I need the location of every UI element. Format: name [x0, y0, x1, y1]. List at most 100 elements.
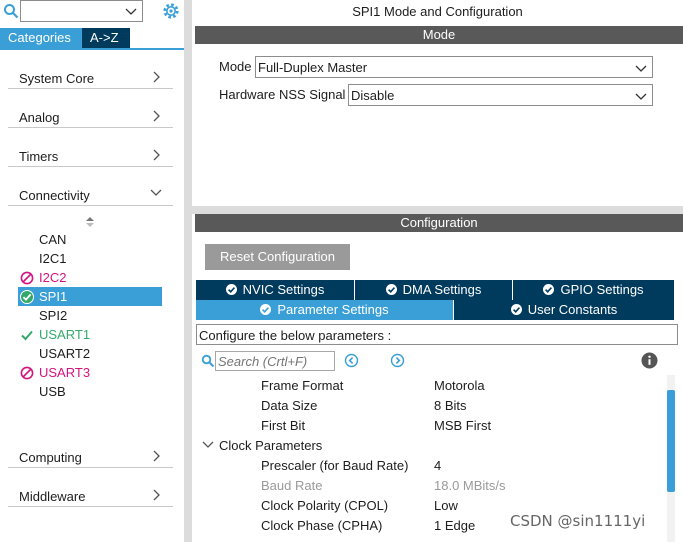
parameter-row[interactable]: Data Size 8 Bits: [192, 395, 662, 415]
parameter-name: Clock Polarity (CPOL): [261, 498, 389, 513]
category-system-core[interactable]: System Core: [8, 61, 173, 89]
category-computing[interactable]: Computing: [8, 440, 173, 468]
chevron-right-icon: [153, 450, 160, 462]
chevron-right-icon: [153, 71, 160, 83]
parameter-value: 1 Edge: [434, 518, 476, 533]
check-circle-icon: [20, 290, 34, 304]
category-middleware[interactable]: Middleware: [8, 479, 173, 507]
tab-dma-settings[interactable]: DMA Settings: [355, 280, 513, 300]
parameter-value: MSB First: [434, 418, 492, 433]
parameter-row[interactable]: First Bit MSB First: [192, 415, 662, 435]
peripheral-item[interactable]: SPI2: [18, 306, 162, 325]
peripheral-item[interactable]: USART3: [18, 363, 162, 382]
chevron-down-icon: [202, 441, 214, 448]
category-label: Middleware: [19, 489, 86, 504]
tab-label: User Constants: [527, 302, 618, 317]
peripheral-label: USB: [39, 384, 66, 399]
parameter-row-disabled: Baud Rate 18.0 MBits/s: [192, 475, 662, 495]
parameter-value: 4: [434, 458, 442, 473]
tab-categories[interactable]: Categories: [0, 28, 82, 48]
scrollbar-thumb[interactable]: [667, 390, 675, 492]
panel-title: SPI1 Mode and Configuration: [352, 4, 523, 19]
tab-label: DMA Settings: [402, 282, 482, 297]
previous-result-icon[interactable]: [344, 353, 359, 368]
search-combobox[interactable]: [20, 0, 143, 22]
no-entry-icon: [20, 366, 34, 380]
parameter-group-label: Clock Parameters: [219, 438, 323, 453]
category-connectivity[interactable]: Connectivity: [8, 178, 173, 206]
next-result-icon[interactable]: [390, 353, 405, 368]
parameter-value: 8 Bits: [434, 398, 467, 413]
search-icon: [201, 354, 215, 368]
section-splitter[interactable]: [192, 206, 683, 214]
peripheral-label: USART3: [39, 365, 91, 380]
tab-parameter-settings[interactable]: Parameter Settings: [196, 300, 454, 320]
nss-label: Hardware NSS Signal: [219, 87, 346, 102]
peripheral-item[interactable]: USART2: [18, 344, 162, 363]
sort-arrows-icon[interactable]: [85, 216, 95, 228]
parameter-search-input[interactable]: [215, 351, 335, 371]
check-circle-icon: [260, 304, 272, 315]
peripheral-label: I2C2: [39, 270, 67, 285]
parameter-row[interactable]: Frame Format Motorola: [192, 375, 662, 395]
parameter-group-clock[interactable]: Clock Parameters: [192, 435, 662, 455]
category-label: Computing: [19, 450, 82, 465]
parameter-value: Motorola: [434, 378, 485, 393]
peripheral-item[interactable]: I2C2: [18, 268, 162, 287]
peripheral-label: USART1: [39, 327, 91, 342]
tab-user-constants[interactable]: User Constants: [454, 300, 675, 320]
peripheral-label: SPI1: [39, 289, 68, 304]
parameter-name: Baud Rate: [261, 478, 323, 493]
peripheral-label: CAN: [39, 232, 67, 247]
no-entry-icon: [20, 271, 34, 285]
mode-select-value: Full-Duplex Master: [258, 60, 368, 75]
mode-configuration-panel: SPI1 Mode and Configuration Mode Mode Fu…: [192, 0, 683, 542]
check-icon: [21, 330, 33, 341]
configuration-header: Configuration: [195, 214, 683, 232]
mode-select[interactable]: Full-Duplex Master: [255, 56, 653, 78]
peripheral-item[interactable]: USB: [18, 382, 162, 401]
tab-nvic-settings[interactable]: NVIC Settings: [196, 280, 355, 300]
category-analog[interactable]: Analog: [8, 100, 173, 128]
chevron-right-icon: [153, 110, 160, 122]
mode-section: Mode Full-Duplex Master Hardware NSS Sig…: [195, 44, 683, 206]
categories-panel: Categories A->Z System Core Analog Timer…: [0, 0, 186, 542]
mode-label: Mode: [219, 59, 252, 74]
parameter-value: 18.0 MBits/s: [434, 478, 506, 493]
reset-configuration-button[interactable]: Reset Configuration: [205, 244, 350, 270]
chevron-down-icon[interactable]: [124, 4, 138, 18]
search-bar: [0, 0, 186, 26]
panel-splitter[interactable]: [184, 0, 192, 542]
divider: [0, 48, 184, 50]
nss-select[interactable]: Disable: [348, 84, 653, 106]
chevron-down-icon: [635, 65, 647, 72]
gear-icon[interactable]: [161, 1, 181, 21]
peripheral-item[interactable]: USART1: [18, 325, 162, 344]
configure-hint-text: Configure the below parameters :: [199, 328, 392, 343]
category-label: Timers: [19, 149, 59, 164]
peripheral-item[interactable]: CAN: [18, 230, 162, 249]
chevron-right-icon: [153, 149, 160, 161]
chevron-down-icon: [150, 189, 162, 196]
parameter-name: First Bit: [261, 418, 306, 433]
check-circle-icon: [225, 284, 237, 295]
peripheral-label: USART2: [39, 346, 91, 361]
category-timers[interactable]: Timers: [8, 139, 173, 167]
parameter-name: Clock Phase (CPHA): [261, 518, 383, 533]
tab-a-to-z[interactable]: A->Z: [82, 28, 130, 48]
check-circle-icon: [543, 284, 555, 295]
tab-label: GPIO Settings: [560, 282, 644, 297]
tab-gpio-settings[interactable]: GPIO Settings: [513, 280, 675, 300]
search-icon[interactable]: [3, 3, 19, 19]
parameter-value: Low: [434, 498, 458, 513]
parameter-row[interactable]: Prescaler (for Baud Rate) 4: [192, 455, 662, 475]
tab-label: NVIC Settings: [242, 282, 325, 297]
peripheral-item-selected[interactable]: SPI1: [18, 287, 162, 306]
category-label: Connectivity: [19, 188, 90, 203]
tab-label: Parameter Settings: [277, 302, 389, 317]
watermark: CSDN @sin1111yi: [510, 512, 646, 530]
nss-select-value: Disable: [351, 88, 395, 103]
info-icon[interactable]: [641, 352, 658, 369]
peripheral-item[interactable]: I2C1: [18, 249, 162, 268]
peripheral-label: I2C1: [39, 251, 67, 266]
